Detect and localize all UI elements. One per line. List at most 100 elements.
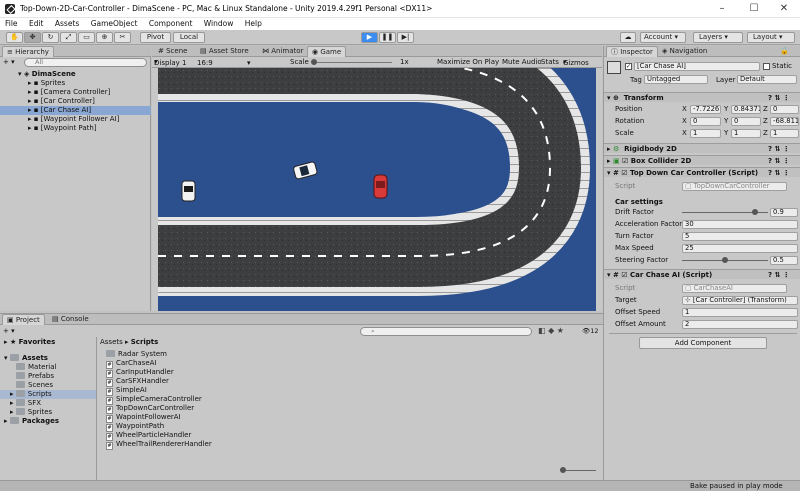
- menu-file[interactable]: File: [0, 18, 22, 28]
- icon-size-slider-thumb[interactable]: [560, 467, 566, 473]
- list-item[interactable]: # SimpleCameraController: [106, 395, 202, 405]
- component-menu-icon[interactable]: ? ⇅ ⋮: [768, 270, 790, 280]
- mute-audio-toggle[interactable]: Mute Audio: [502, 58, 542, 66]
- steering-factor-slider-thumb[interactable]: [722, 257, 728, 263]
- lock-icon[interactable]: 🔒: [780, 47, 789, 55]
- rotation-z-field[interactable]: -68.811: [770, 116, 799, 126]
- turn-factor-field[interactable]: 5: [682, 231, 798, 241]
- rect-tool-icon[interactable]: ▭: [78, 32, 95, 43]
- pause-button[interactable]: ❚❚: [379, 32, 396, 43]
- steering-factor-field[interactable]: 0.5: [770, 255, 798, 265]
- tab-animator[interactable]: ⋈ Animator: [258, 46, 307, 57]
- rotation-y-field[interactable]: 0: [731, 116, 761, 126]
- packages-item[interactable]: ▸ Packages: [0, 417, 96, 426]
- component-menu-icon[interactable]: ? ⇅ ⋮: [768, 156, 790, 166]
- scale-z-field[interactable]: 1: [770, 128, 799, 138]
- hierarchy-search-input[interactable]: All: [24, 58, 147, 67]
- static-checkbox[interactable]: [763, 63, 770, 70]
- tab-hierarchy[interactable]: ≡ Hierarchy: [2, 46, 54, 57]
- menu-component[interactable]: Component: [144, 18, 197, 28]
- rotation-x-field[interactable]: 0: [690, 116, 721, 126]
- max-speed-field[interactable]: 25: [682, 243, 798, 253]
- breadcrumb-current[interactable]: Scripts: [131, 338, 159, 346]
- object-name-field[interactable]: [Car Chase AI]: [634, 62, 760, 71]
- menu-edit[interactable]: Edit: [24, 18, 48, 28]
- offset-speed-field[interactable]: 1: [682, 307, 798, 317]
- filter-icons[interactable]: ◧ ◆ ★: [538, 326, 564, 335]
- folder-item[interactable]: ▸ Sprites: [0, 408, 96, 417]
- list-item[interactable]: # SimpleAI: [106, 386, 147, 396]
- tag-dropdown[interactable]: Untagged: [644, 75, 708, 84]
- list-item[interactable]: # WapointFollowerAI: [106, 413, 181, 423]
- tab-scene[interactable]: # Scene: [154, 46, 191, 57]
- custom-tool-icon[interactable]: ✂: [114, 32, 131, 43]
- tab-console[interactable]: ▤ Console: [48, 314, 93, 325]
- move-tool-icon[interactable]: ✥: [24, 32, 41, 43]
- assets-root[interactable]: ▾ Assets: [0, 354, 96, 363]
- folder-item[interactable]: ▸ SFX: [0, 399, 96, 408]
- play-button[interactable]: ▶: [361, 32, 378, 43]
- display-dropdown[interactable]: Display 1 ▾: [154, 58, 186, 67]
- folder-item[interactable]: Material: [0, 363, 96, 372]
- hand-tool-icon[interactable]: ✋: [6, 32, 23, 43]
- folder-item[interactable]: Prefabs: [0, 372, 96, 381]
- list-item[interactable]: Radar System: [106, 350, 167, 359]
- close-button[interactable]: ✕: [770, 0, 798, 18]
- hierarchy-item[interactable]: ▸ ▪ [Waypoint Path]: [0, 124, 151, 133]
- maximize-on-play-toggle[interactable]: Maximize On Play: [437, 58, 499, 66]
- hierarchy-item[interactable]: ▸ ▪ [Car Controller]: [0, 97, 151, 106]
- menu-gameobject[interactable]: GameObject: [86, 18, 142, 28]
- local-button[interactable]: Local: [173, 32, 205, 43]
- list-item[interactable]: # WheelTrailRendererHandler: [106, 440, 212, 450]
- step-button[interactable]: ▶|: [397, 32, 414, 43]
- car-controller-header[interactable]: ▾ # ☑ Top Down Car Controller (Script)? …: [604, 167, 800, 177]
- favorites-item[interactable]: ▸ ★ Favorites: [0, 338, 96, 347]
- scale-slider-thumb[interactable]: [311, 59, 317, 65]
- layers-dropdown[interactable]: Layers ▾: [693, 32, 743, 43]
- pivot-button[interactable]: Pivot: [140, 32, 171, 43]
- scale-slider-track[interactable]: [312, 62, 392, 63]
- hierarchy-item[interactable]: ▸ ▪ [Waypoint Follower AI]: [0, 115, 151, 124]
- rigidbody-header[interactable]: ▸ ⚙ Rigidbody 2D? ⇅ ⋮: [604, 143, 800, 153]
- maximize-button[interactable]: ☐: [740, 0, 768, 18]
- create-plus-icon[interactable]: + ▾: [3, 327, 15, 335]
- account-dropdown[interactable]: Account ▾: [640, 32, 686, 43]
- box-collider-header[interactable]: ▸ ▣ ☑ Box Collider 2D? ⇅ ⋮: [604, 155, 800, 165]
- tab-project[interactable]: ▣ Project: [2, 314, 45, 325]
- menu-help[interactable]: Help: [240, 18, 266, 28]
- project-search-input[interactable]: ⌕: [360, 327, 532, 336]
- game-view[interactable]: [158, 68, 596, 311]
- component-menu-icon[interactable]: ? ⇅ ⋮: [768, 144, 790, 154]
- scene-root[interactable]: ▾ ◈ DimaScene: [0, 70, 151, 79]
- position-z-field[interactable]: 0: [770, 104, 799, 114]
- folder-item-selected[interactable]: ▸ Scripts: [0, 390, 96, 399]
- folder-item[interactable]: Scenes: [0, 381, 96, 390]
- list-item[interactable]: # TopDownCarController: [106, 404, 194, 414]
- tab-inspector[interactable]: ⓘ Inspector: [606, 46, 658, 57]
- hierarchy-item-selected[interactable]: ▸ ▪ [Car Chase AI]: [0, 106, 151, 115]
- layout-dropdown[interactable]: Layout ▾: [747, 32, 795, 43]
- target-field[interactable]: ⊹ [Car Controller] (Transform): [682, 295, 798, 305]
- drift-factor-field[interactable]: 0.9: [770, 207, 798, 217]
- transform-tool-icon[interactable]: ⊕: [96, 32, 113, 43]
- position-x-field[interactable]: -7.7226: [690, 104, 721, 114]
- list-item[interactable]: # CarSFXHandler: [106, 377, 169, 387]
- tab-asset-store[interactable]: ▤ Asset Store: [196, 46, 253, 57]
- gizmos-dropdown[interactable]: Gizmos ▾: [563, 58, 589, 67]
- layer-dropdown[interactable]: Default: [737, 75, 797, 84]
- menu-window[interactable]: Window: [199, 18, 238, 28]
- list-item[interactable]: # WaypointPath: [106, 422, 164, 432]
- scale-tool-icon[interactable]: ⤢: [60, 32, 77, 43]
- tab-navigation[interactable]: ◈ Navigation: [658, 46, 711, 57]
- component-menu-icon[interactable]: ? ⇅ ⋮: [768, 93, 790, 103]
- scale-y-field[interactable]: 1: [731, 128, 761, 138]
- chase-ai-header[interactable]: ▾ # ☑ Car Chase AI (Script)? ⇅ ⋮: [604, 269, 800, 279]
- breadcrumb-root[interactable]: Assets: [100, 338, 123, 346]
- scale-x-field[interactable]: 1: [690, 128, 721, 138]
- list-item[interactable]: # CarInputHandler: [106, 368, 174, 378]
- stats-toggle[interactable]: Stats: [541, 58, 559, 66]
- position-y-field[interactable]: 0.84371: [731, 104, 761, 114]
- hierarchy-item[interactable]: ▸ ▪ [Camera Controller]: [0, 88, 151, 97]
- transform-header[interactable]: ▾ ⊕ Transform? ⇅ ⋮: [604, 92, 800, 102]
- menu-assets[interactable]: Assets: [50, 18, 83, 28]
